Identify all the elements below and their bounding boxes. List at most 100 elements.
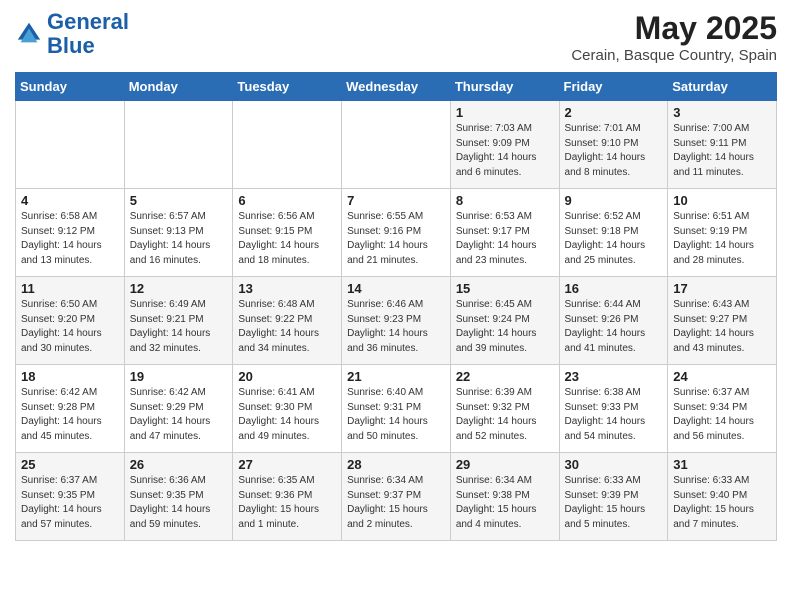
day-number: 2 xyxy=(565,105,664,120)
calendar-cell: 8Sunrise: 6:53 AM Sunset: 9:17 PM Daylig… xyxy=(450,189,559,277)
week-row-5: 25 Sunrise: 6:37 AM Sunset: 9:35 PM Dayli… xyxy=(16,453,777,541)
calendar-cell: 28Sunrise: 6:34 AM Sunset: 9:37 PM Dayli… xyxy=(342,453,451,541)
day-number: 26 xyxy=(130,457,229,472)
calendar-cell: 17 Sunrise: 6:43 AM Sunset: 9:27 PM Dayli… xyxy=(668,277,777,365)
day-info: Sunrise: 6:51 AM Sunset: 9:19 PM Dayligh… xyxy=(673,210,772,268)
calendar-cell: 31Sunrise: 6:33 AM Sunset: 9:40 PM Dayli… xyxy=(668,453,777,541)
calendar-cell: 9 Sunrise: 6:52 AM Sunset: 9:18 PM Daylig… xyxy=(559,189,668,277)
day-info: Sunrise: 6:35 AM Sunset: 9:36 PM Dayligh… xyxy=(238,474,337,532)
calendar-header: SundayMondayTuesdayWednesdayThursdayFrid… xyxy=(16,73,777,101)
header-day-friday: Friday xyxy=(559,73,668,101)
header-day-sunday: Sunday xyxy=(16,73,125,101)
header-day-saturday: Saturday xyxy=(668,73,777,101)
day-number: 30 xyxy=(565,457,664,472)
day-info: Sunrise: 7:01 AM Sunset: 9:10 PM Dayligh… xyxy=(565,122,664,180)
calendar-cell: 22Sunrise: 6:39 AM Sunset: 9:32 PM Dayli… xyxy=(450,365,559,453)
day-info: Sunrise: 6:34 AM Sunset: 9:38 PM Dayligh… xyxy=(456,474,555,532)
day-info: Sunrise: 6:34 AM Sunset: 9:37 PM Dayligh… xyxy=(347,474,446,532)
day-info: Sunrise: 6:33 AM Sunset: 9:39 PM Dayligh… xyxy=(565,474,664,532)
calendar-cell: 21 Sunrise: 6:40 AM Sunset: 9:31 PM Dayli… xyxy=(342,365,451,453)
day-number: 12 xyxy=(130,281,229,296)
day-info: Sunrise: 6:44 AM Sunset: 9:26 PM Dayligh… xyxy=(565,298,664,356)
header-day-tuesday: Tuesday xyxy=(233,73,342,101)
calendar-cell: 20 Sunrise: 6:41 AM Sunset: 9:30 PM Dayli… xyxy=(233,365,342,453)
day-info: Sunrise: 6:42 AM Sunset: 9:28 PM Dayligh… xyxy=(21,386,120,444)
calendar-cell: 2 Sunrise: 7:01 AM Sunset: 9:10 PM Daylig… xyxy=(559,101,668,189)
day-info: Sunrise: 6:43 AM Sunset: 9:27 PM Dayligh… xyxy=(673,298,772,356)
day-info: Sunrise: 6:41 AM Sunset: 9:30 PM Dayligh… xyxy=(238,386,337,444)
day-info: Sunrise: 6:46 AM Sunset: 9:23 PM Dayligh… xyxy=(347,298,446,356)
day-number: 10 xyxy=(673,193,772,208)
day-info: Sunrise: 7:00 AM Sunset: 9:11 PM Dayligh… xyxy=(673,122,772,180)
calendar-cell: 15Sunrise: 6:45 AM Sunset: 9:24 PM Dayli… xyxy=(450,277,559,365)
day-number: 1 xyxy=(456,105,555,120)
day-number: 16 xyxy=(565,281,664,296)
title-block: May 2025 Cerain, Basque Country, Spain xyxy=(571,10,777,64)
calendar-cell: 25 Sunrise: 6:37 AM Sunset: 9:35 PM Dayli… xyxy=(16,453,125,541)
day-info: Sunrise: 6:50 AM Sunset: 9:20 PM Dayligh… xyxy=(21,298,120,356)
calendar-cell: 26 Sunrise: 6:36 AM Sunset: 9:35 PM Dayli… xyxy=(124,453,233,541)
day-number: 4 xyxy=(21,193,120,208)
calendar-cell: 12 Sunrise: 6:49 AM Sunset: 9:21 PM Dayli… xyxy=(124,277,233,365)
day-info: Sunrise: 6:38 AM Sunset: 9:33 PM Dayligh… xyxy=(565,386,664,444)
calendar-cell xyxy=(233,101,342,189)
calendar-table: SundayMondayTuesdayWednesdayThursdayFrid… xyxy=(15,72,777,541)
day-info: Sunrise: 6:37 AM Sunset: 9:34 PM Dayligh… xyxy=(673,386,772,444)
day-number: 14 xyxy=(347,281,446,296)
day-info: Sunrise: 6:55 AM Sunset: 9:16 PM Dayligh… xyxy=(347,210,446,268)
day-number: 6 xyxy=(238,193,337,208)
header-day-thursday: Thursday xyxy=(450,73,559,101)
day-info: Sunrise: 6:49 AM Sunset: 9:21 PM Dayligh… xyxy=(130,298,229,356)
calendar-cell: 13 Sunrise: 6:48 AM Sunset: 9:22 PM Dayli… xyxy=(233,277,342,365)
day-info: Sunrise: 6:52 AM Sunset: 9:18 PM Dayligh… xyxy=(565,210,664,268)
day-number: 20 xyxy=(238,369,337,384)
calendar-cell: 11 Sunrise: 6:50 AM Sunset: 9:20 PM Dayli… xyxy=(16,277,125,365)
calendar-cell: 27Sunrise: 6:35 AM Sunset: 9:36 PM Dayli… xyxy=(233,453,342,541)
day-info: Sunrise: 6:39 AM Sunset: 9:32 PM Dayligh… xyxy=(456,386,555,444)
day-number: 11 xyxy=(21,281,120,296)
day-info: Sunrise: 6:48 AM Sunset: 9:22 PM Dayligh… xyxy=(238,298,337,356)
day-info: Sunrise: 7:03 AM Sunset: 9:09 PM Dayligh… xyxy=(456,122,555,180)
logo: General Blue xyxy=(15,10,129,58)
month-title: May 2025 xyxy=(571,10,777,47)
day-number: 29 xyxy=(456,457,555,472)
day-number: 19 xyxy=(130,369,229,384)
calendar-cell: 14 Sunrise: 6:46 AM Sunset: 9:23 PM Dayli… xyxy=(342,277,451,365)
day-info: Sunrise: 6:40 AM Sunset: 9:31 PM Dayligh… xyxy=(347,386,446,444)
day-number: 23 xyxy=(565,369,664,384)
day-number: 21 xyxy=(347,369,446,384)
day-number: 13 xyxy=(238,281,337,296)
day-number: 15 xyxy=(456,281,555,296)
day-number: 31 xyxy=(673,457,772,472)
calendar-cell xyxy=(342,101,451,189)
calendar-cell: 7 Sunrise: 6:55 AM Sunset: 9:16 PM Daylig… xyxy=(342,189,451,277)
day-number: 7 xyxy=(347,193,446,208)
logo-icon xyxy=(15,20,43,48)
calendar-cell: 23 Sunrise: 6:38 AM Sunset: 9:33 PM Dayli… xyxy=(559,365,668,453)
calendar-cell: 3 Sunrise: 7:00 AM Sunset: 9:11 PM Daylig… xyxy=(668,101,777,189)
week-row-3: 11 Sunrise: 6:50 AM Sunset: 9:20 PM Dayli… xyxy=(16,277,777,365)
week-row-2: 4 Sunrise: 6:58 AM Sunset: 9:12 PM Daylig… xyxy=(16,189,777,277)
logo-line1: General xyxy=(47,10,129,34)
day-number: 8 xyxy=(456,193,555,208)
day-number: 24 xyxy=(673,369,772,384)
day-number: 17 xyxy=(673,281,772,296)
day-info: Sunrise: 6:37 AM Sunset: 9:35 PM Dayligh… xyxy=(21,474,120,532)
day-info: Sunrise: 6:36 AM Sunset: 9:35 PM Dayligh… xyxy=(130,474,229,532)
day-info: Sunrise: 6:58 AM Sunset: 9:12 PM Dayligh… xyxy=(21,210,120,268)
day-number: 3 xyxy=(673,105,772,120)
calendar-cell: 30 Sunrise: 6:33 AM Sunset: 9:39 PM Dayli… xyxy=(559,453,668,541)
day-number: 25 xyxy=(21,457,120,472)
location: Cerain, Basque Country, Spain xyxy=(571,47,777,64)
header-day-monday: Monday xyxy=(124,73,233,101)
header-row: SundayMondayTuesdayWednesdayThursdayFrid… xyxy=(16,73,777,101)
calendar-cell xyxy=(16,101,125,189)
calendar-cell xyxy=(124,101,233,189)
header-day-wednesday: Wednesday xyxy=(342,73,451,101)
week-row-1: 1 Sunrise: 7:03 AM Sunset: 9:09 PM Daylig… xyxy=(16,101,777,189)
calendar-body: 1 Sunrise: 7:03 AM Sunset: 9:09 PM Daylig… xyxy=(16,101,777,541)
day-info: Sunrise: 6:56 AM Sunset: 9:15 PM Dayligh… xyxy=(238,210,337,268)
day-number: 9 xyxy=(565,193,664,208)
calendar-cell: 1 Sunrise: 7:03 AM Sunset: 9:09 PM Daylig… xyxy=(450,101,559,189)
calendar-cell: 6 Sunrise: 6:56 AM Sunset: 9:15 PM Daylig… xyxy=(233,189,342,277)
